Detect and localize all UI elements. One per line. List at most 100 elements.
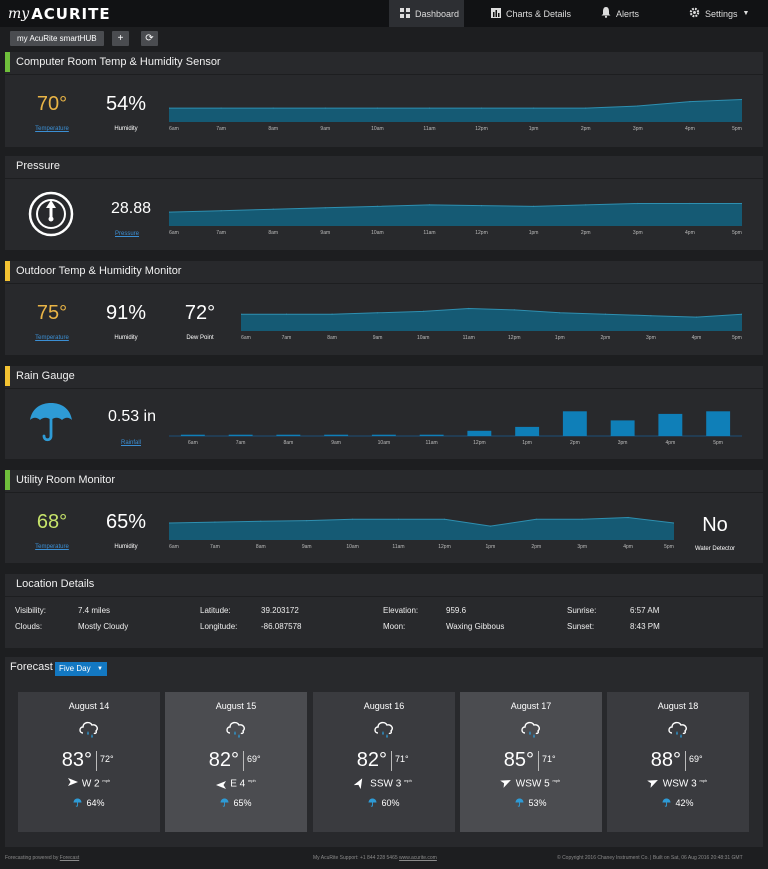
- chart-svg: 6am 7am 8am 9am 10am 11am 12pm 1pm 2pm 3pm 4pm 5pm: [169, 411, 742, 446]
- forecast-high: 83°: [61, 749, 92, 771]
- forecast-card[interactable]: August 17 85° 71° WSW 5 mph 53%: [460, 692, 602, 832]
- x-tick-label: 10am: [346, 544, 359, 550]
- data-point: [689, 101, 691, 103]
- location-panel: Location Details Visibility: 7.4 miles C…: [5, 574, 763, 648]
- wind-text: WSW 5: [515, 778, 550, 790]
- data-point: [285, 313, 288, 315]
- wind-unit: mph: [552, 778, 561, 783]
- temperature-link[interactable]: Temperature: [27, 126, 77, 132]
- visibility-value: 7.4 miles: [78, 606, 111, 615]
- nav-dashboard[interactable]: Dashboard: [389, 0, 464, 27]
- rain-bar: [562, 411, 587, 436]
- logo-brand: ACURITE: [31, 5, 111, 23]
- refresh-button[interactable]: ⟳: [141, 31, 158, 46]
- forecast-high: 85°: [503, 749, 534, 771]
- x-tick-label: 1pm: [529, 126, 539, 132]
- divider: [5, 492, 763, 493]
- data-point: [331, 313, 333, 315]
- acurite-link[interactable]: www.acurite.com: [399, 855, 437, 861]
- add-hub-button[interactable]: +: [112, 31, 129, 46]
- hub-tab[interactable]: my AcuRite smartHUB: [10, 31, 104, 46]
- nav-settings[interactable]: Settings ▼: [689, 0, 749, 27]
- data-point: [352, 518, 354, 520]
- forecast-card[interactable]: August 16 82° 71° SSW 3 mph 60%: [313, 692, 455, 832]
- forecast-card[interactable]: August 18 88° 69° WSW 3 mph 42%: [607, 692, 749, 832]
- bell-icon: [601, 7, 611, 20]
- cloud-rain-icon: [519, 718, 543, 747]
- series-area: [169, 203, 742, 226]
- x-tick-label: 8am: [268, 230, 278, 236]
- x-tick-label: 11am: [423, 230, 435, 236]
- forecast-date: August 15: [215, 701, 257, 711]
- forecast-date: August 18: [657, 701, 699, 711]
- data-point: [533, 107, 535, 109]
- chart-icon: [491, 7, 501, 20]
- computer-room-panel: Computer Room Temp & Humidity Sensor 70°…: [5, 52, 763, 147]
- temperature-value: 68°: [36, 511, 68, 533]
- temperature-link[interactable]: Temperature: [27, 544, 77, 550]
- water-detector-value: No: [702, 514, 728, 536]
- support-text: My AcuRite Support: +1 844 228 5465: [313, 855, 398, 861]
- data-point: [214, 521, 216, 523]
- x-tick-label: 3pm: [618, 440, 628, 446]
- panel-title: Rain Gauge: [5, 366, 763, 386]
- forecast-card[interactable]: August 15 82° 69° E 4 mph 65%: [165, 692, 307, 832]
- umbrella-icon: [662, 798, 672, 809]
- x-tick-label: 11am: [423, 126, 435, 132]
- x-tick-label: 9am: [373, 335, 383, 341]
- forecast-high: 82°: [208, 749, 239, 771]
- data-point: [272, 107, 274, 109]
- x-tick-label: 11am: [392, 544, 404, 550]
- elevation-value: 959.6: [446, 606, 467, 615]
- forecast-separator: [96, 751, 97, 771]
- forecast-range-value: Five Day: [59, 664, 91, 673]
- sunrise-label: Sunrise:: [567, 606, 597, 615]
- chart-svg: 6am 7am 8am 9am 10am 11am 12pm 1pm 2pm 3pm 4pm 5pm: [241, 307, 742, 341]
- wind-arrow-icon: [67, 778, 78, 789]
- longitude-value: -86.087578: [261, 622, 302, 631]
- x-tick-label: 11am: [463, 335, 475, 341]
- forecast-card[interactable]: August 14 83° 72° W 2 mph 64%: [18, 692, 160, 832]
- x-tick-label: 6am: [188, 440, 198, 446]
- x-tick-label: 6am: [169, 230, 179, 236]
- pressure-chart[interactable]: 6am 7am 8am 9am 10am 11am 12pm 1pm 2pm 3pm 4pm 5pm: [169, 200, 742, 238]
- panel-title: Location Details: [16, 578, 95, 590]
- data-point: [324, 207, 326, 209]
- data-point: [695, 316, 698, 318]
- forecast-precip: 53%: [460, 798, 602, 809]
- humidity-chart[interactable]: 6am 7am 8am 9am 10am 11am 12pm 1pm 2pm 3pm 4pm 5pm: [169, 96, 742, 134]
- footer-left-text: Forecasting powered by: [5, 855, 59, 861]
- utility-humidity-chart[interactable]: 6am 7am 8am 9am 10am 11am 12pm 1pm 2pm 3pm 4pm 5pm: [169, 514, 674, 552]
- series-area: [169, 517, 674, 540]
- outdoor-humidity-chart[interactable]: 6am 7am 8am 9am 10am 11am 12pm 1pm 2pm 3pm 4pm 5pm: [241, 305, 742, 343]
- dashboard-icon: [400, 7, 410, 20]
- acurite-logo[interactable]: my ACURITE: [8, 3, 111, 25]
- rainfall-link[interactable]: Rainfall: [111, 440, 151, 446]
- wind-arrow-icon: [646, 777, 661, 791]
- temperature-link[interactable]: Temperature: [27, 335, 77, 341]
- x-tick-label: 8am: [327, 335, 337, 341]
- data-point: [324, 107, 326, 109]
- data-point: [428, 204, 431, 206]
- pressure-link[interactable]: Pressure: [107, 231, 147, 237]
- wind-text: E 4: [230, 778, 246, 790]
- umbrella-icon: [27, 400, 75, 451]
- x-tick-label: 3pm: [577, 544, 587, 550]
- nav-alerts[interactable]: Alerts: [601, 0, 639, 27]
- data-point: [535, 518, 537, 520]
- x-tick-label: 4pm: [692, 335, 702, 341]
- forecast-range-select[interactable]: Five Day ▼: [55, 662, 107, 676]
- chart-svg: 6am 7am 8am 9am 10am 11am 12pm 1pm 2pm 3pm 4pm 5pm: [169, 98, 742, 132]
- nav-charts[interactable]: Charts & Details: [491, 0, 571, 27]
- data-point: [513, 309, 515, 311]
- forecast-link[interactable]: Forecast: [60, 855, 79, 861]
- forecast-separator: [538, 751, 539, 771]
- rainfall-chart[interactable]: 6am 7am 8am 9am 10am 11am 12pm 1pm 2pm 3pm 4pm 5pm: [169, 410, 742, 448]
- utility-room-panel: Utility Room Monitor 68° Temperature 65%…: [5, 470, 763, 563]
- x-tick-label: 4pm: [623, 544, 633, 550]
- gear-icon: [689, 7, 700, 20]
- wind-unit: mph: [102, 778, 111, 783]
- data-point: [581, 518, 583, 520]
- wind-unit: mph: [248, 778, 256, 783]
- elevation-label: Elevation:: [383, 606, 419, 615]
